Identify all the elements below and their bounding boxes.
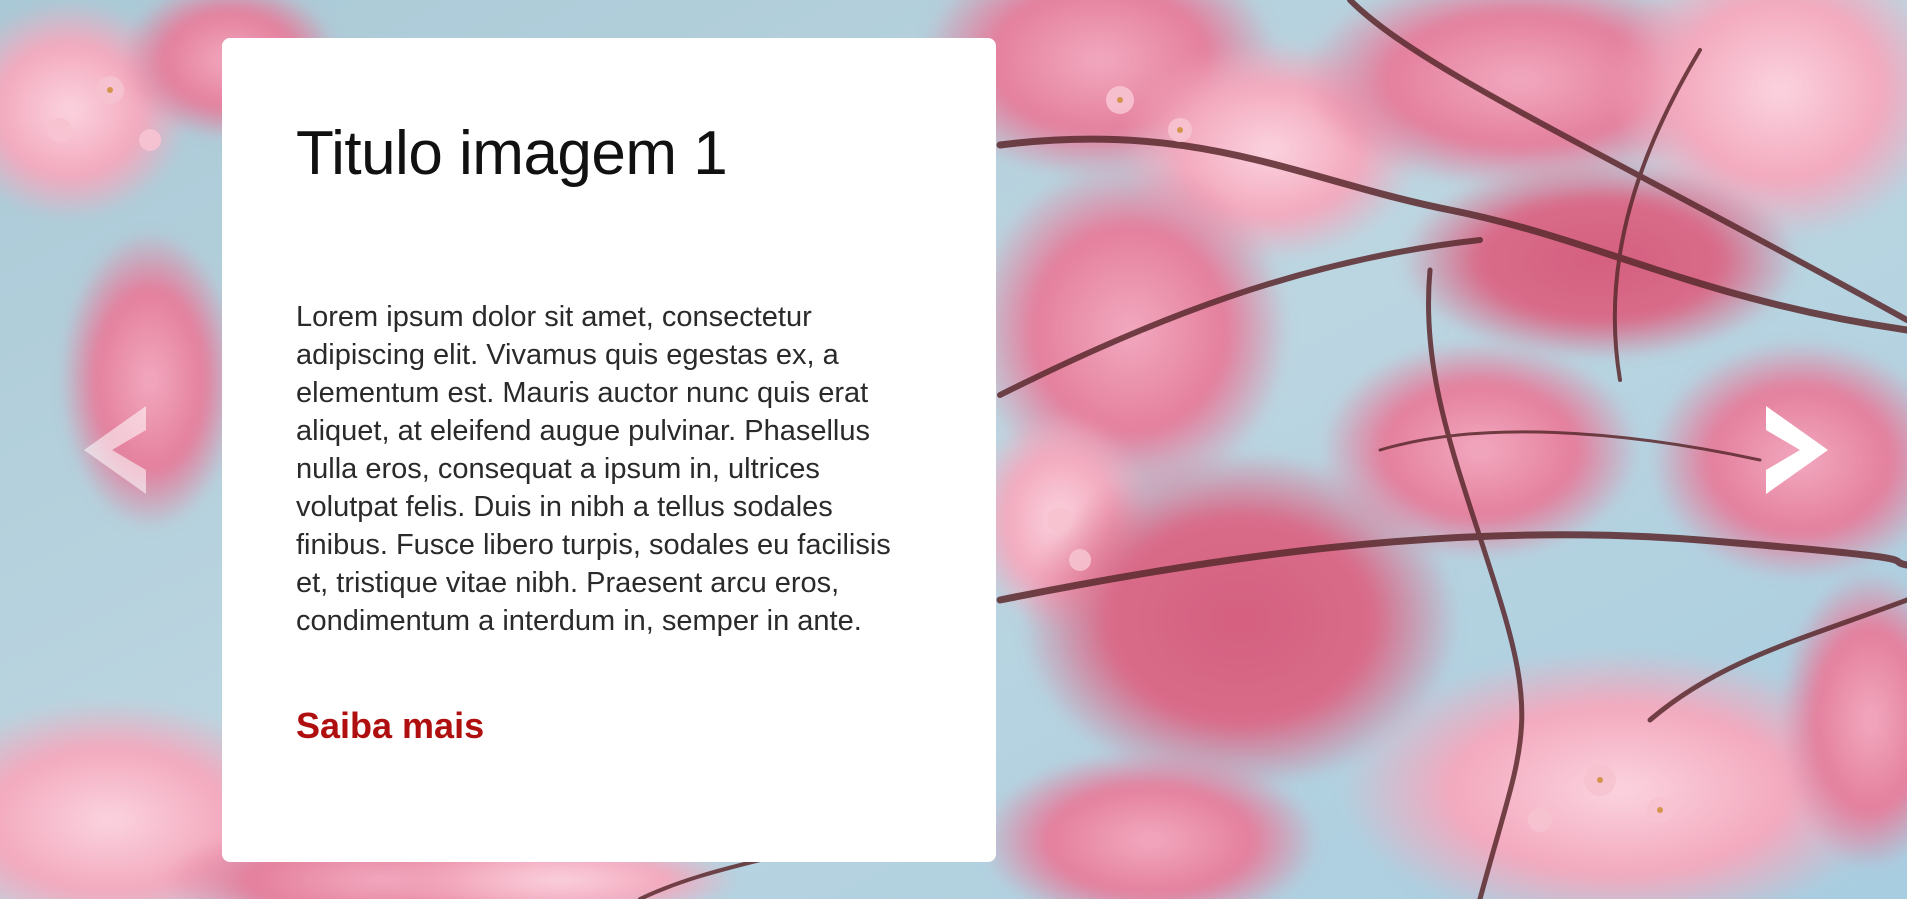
- slide-body-text: Lorem ipsum dolor sit amet, consectetur …: [296, 301, 891, 637]
- next-slide-button[interactable]: [1762, 400, 1832, 500]
- chevron-right-icon: [1766, 406, 1828, 494]
- chevron-left-icon: [84, 406, 146, 494]
- slide-title: Titulo imagem 1: [296, 119, 728, 188]
- carousel: Titulo imagem 1 Lorem ipsum dolor sit am…: [0, 0, 1907, 899]
- saiba-mais-link[interactable]: Saiba mais: [296, 705, 484, 747]
- prev-slide-button[interactable]: [80, 400, 150, 500]
- slide-card: Titulo imagem 1 Lorem ipsum dolor sit am…: [222, 38, 996, 862]
